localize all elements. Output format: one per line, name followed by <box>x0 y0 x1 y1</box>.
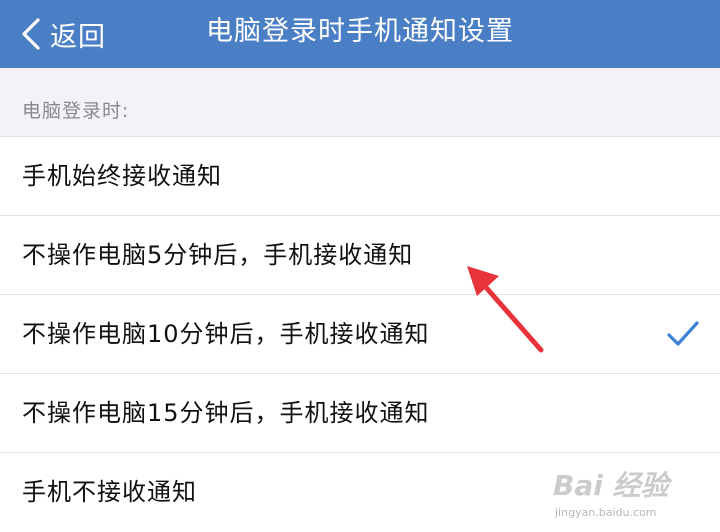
option-notify-after-15-min[interactable]: 不操作电脑15分钟后，手机接收通知 <box>0 374 720 453</box>
option-label: 不操作电脑10分钟后，手机接收通知 <box>22 320 430 348</box>
notification-option-list: 手机始终接收通知 不操作电脑5分钟后，手机接收通知 不操作电脑10分钟后，手机接… <box>0 137 720 532</box>
option-label: 不操作电脑15分钟后，手机接收通知 <box>22 399 430 427</box>
option-label: 手机始终接收通知 <box>22 162 222 190</box>
navigation-bar: 返回 电脑登录时手机通知设置 <box>0 0 720 68</box>
checkmark-icon <box>667 321 699 346</box>
back-label: 返回 <box>50 21 106 53</box>
back-button[interactable]: 返回 <box>22 0 106 68</box>
chevron-left-icon <box>22 18 40 50</box>
option-notify-after-5-min[interactable]: 不操作电脑5分钟后，手机接收通知 <box>0 216 720 295</box>
section-header: 电脑登录时: <box>0 68 720 137</box>
section-label: 电脑登录时: <box>22 100 130 122</box>
option-label: 手机不接收通知 <box>22 478 197 506</box>
page-title: 电脑登录时手机通知设置 <box>206 16 514 47</box>
option-always-notify[interactable]: 手机始终接收通知 <box>0 137 720 216</box>
option-never-notify[interactable]: 手机不接收通知 <box>0 453 720 532</box>
option-notify-after-10-min[interactable]: 不操作电脑10分钟后，手机接收通知 <box>0 295 720 374</box>
option-label: 不操作电脑5分钟后，手机接收通知 <box>22 241 414 269</box>
